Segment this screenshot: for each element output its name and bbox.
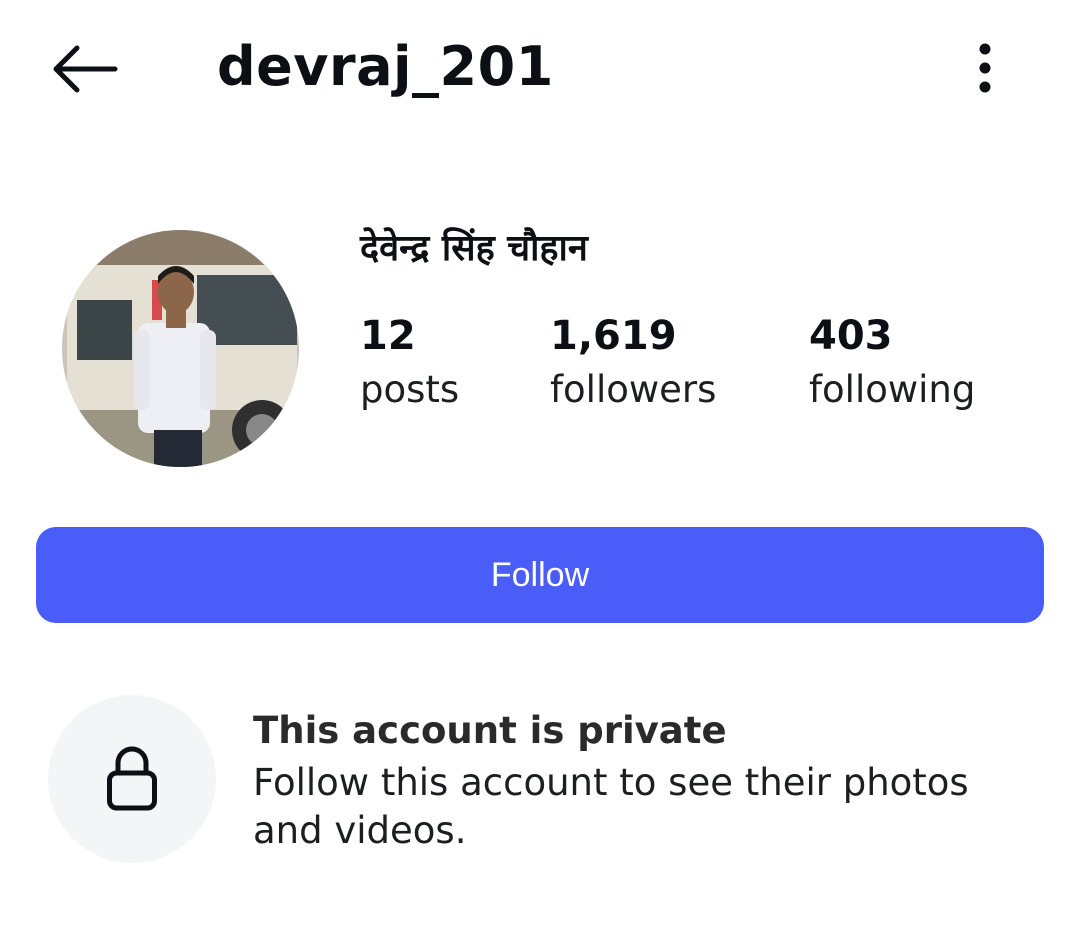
arrow-left-icon	[53, 45, 118, 93]
back-button[interactable]	[44, 38, 124, 100]
stat-value: 12	[360, 313, 416, 359]
stat-label: following	[809, 368, 976, 411]
stat-value: 403	[809, 313, 893, 359]
private-account-description: Follow this account to see their photos …	[253, 761, 969, 852]
stat-value: 1,619	[550, 313, 677, 359]
stat-followers[interactable]: 1,619 followers	[550, 310, 716, 418]
profile-display-name: देवेन्द्र सिंह चौहान	[360, 228, 588, 269]
stat-label: followers	[550, 368, 717, 411]
follow-button[interactable]: Follow	[36, 527, 1044, 623]
lock-icon-container	[48, 695, 216, 863]
stat-following[interactable]: 403 following	[809, 310, 975, 418]
profile-username: devraj_201	[217, 35, 554, 98]
stat-posts[interactable]: 12 posts	[360, 310, 459, 418]
more-vertical-icon	[979, 43, 991, 93]
stat-label: posts	[360, 368, 460, 411]
profile-avatar[interactable]	[62, 230, 299, 467]
private-account-title: This account is private	[253, 709, 727, 752]
lock-icon	[107, 746, 157, 811]
more-options-button[interactable]	[960, 36, 1010, 100]
